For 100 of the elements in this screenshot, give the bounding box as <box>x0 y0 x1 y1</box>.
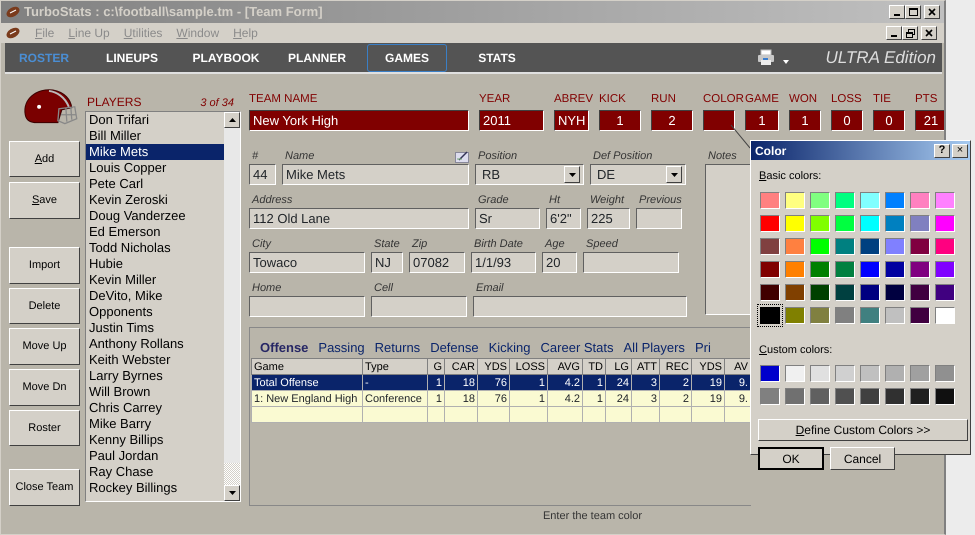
category-tab[interactable]: Passing <box>316 337 373 358</box>
color-swatch[interactable] <box>860 260 880 278</box>
column-header[interactable]: G <box>428 358 444 374</box>
color-swatch[interactable] <box>810 284 830 300</box>
input-field[interactable]: New York High <box>249 110 469 131</box>
color-swatch[interactable] <box>785 260 805 278</box>
side-button[interactable]: Move Dn <box>9 368 80 406</box>
list-item[interactable]: DeVito, Mike <box>86 288 224 304</box>
side-button[interactable]: Save <box>9 182 80 219</box>
color-swatch[interactable] <box>760 214 780 232</box>
color-swatch[interactable] <box>885 306 905 324</box>
list-item[interactable]: Anthony Rollans <box>86 336 224 352</box>
color-swatch[interactable] <box>785 238 805 254</box>
color-swatch[interactable] <box>910 238 930 254</box>
up-arrow-icon[interactable] <box>228 118 236 122</box>
column-header[interactable]: AV <box>724 358 750 374</box>
column-header[interactable]: Type <box>362 358 428 374</box>
column-header[interactable]: YDS <box>692 358 724 374</box>
column-header[interactable]: CAR <box>444 358 478 374</box>
color-swatch[interactable] <box>760 238 780 254</box>
scroll-up-button[interactable] <box>224 112 240 128</box>
side-button[interactable]: Close Team <box>9 469 80 506</box>
color-swatch[interactable] <box>885 284 905 300</box>
color-swatch[interactable] <box>910 306 930 324</box>
color-swatch[interactable] <box>835 388 855 405</box>
color-swatch[interactable] <box>810 306 830 324</box>
cancel-button[interactable]: Cancel <box>830 447 895 470</box>
input-field[interactable] <box>249 296 365 317</box>
input-field[interactable]: Sr <box>475 208 540 229</box>
category-tab[interactable]: Career Stats <box>538 337 622 358</box>
close-button[interactable]: × <box>952 144 968 158</box>
close-icon[interactable] <box>925 29 933 37</box>
input-field[interactable]: 44 <box>249 164 276 185</box>
color-swatch[interactable] <box>885 260 905 278</box>
list-item[interactable]: Justin Tims <box>86 320 224 336</box>
input-field[interactable]: 0 <box>873 110 905 131</box>
category-tab[interactable]: Pri <box>692 337 719 358</box>
minimize-button[interactable] <box>886 26 902 40</box>
dropdown-arrow-icon[interactable] <box>670 172 678 176</box>
list-item[interactable]: Kevin Miller <box>86 272 224 288</box>
color-swatch[interactable] <box>860 214 880 232</box>
color-swatch[interactable] <box>885 238 905 254</box>
close-button[interactable] <box>921 26 937 40</box>
input-field[interactable]: Mike Mets <box>282 164 469 185</box>
color-swatch[interactable] <box>860 284 880 300</box>
player-list[interactable] <box>85 111 241 502</box>
color-swatch[interactable] <box>860 238 880 254</box>
input-field[interactable]: 0 <box>831 110 863 131</box>
side-button[interactable]: Move Up <box>9 328 80 365</box>
close-button[interactable] <box>924 5 940 19</box>
color-swatch[interactable] <box>860 388 880 405</box>
category-tab[interactable]: All Players <box>622 337 693 358</box>
list-item[interactable]: Doug Vanderzee <box>86 208 224 224</box>
nav-tab[interactable]: PLANNER <box>285 44 349 72</box>
list-item[interactable]: Bill Miller <box>86 128 224 144</box>
list-item[interactable]: Kenny Billips <box>86 432 224 448</box>
maximize-icon[interactable] <box>908 8 918 16</box>
ok-button[interactable]: OK <box>758 447 824 470</box>
color-swatch[interactable] <box>835 214 855 232</box>
column-header[interactable]: ATT <box>632 358 660 374</box>
input-field[interactable] <box>473 296 687 317</box>
define-colors-button[interactable]: Define Custom Colors >> <box>758 419 968 441</box>
color-swatch[interactable] <box>935 365 955 382</box>
side-button[interactable]: Add <box>9 140 80 178</box>
input-field[interactable] <box>583 252 679 273</box>
list-item[interactable]: Will Brown <box>86 384 224 400</box>
nav-tab[interactable]: PLAYBOOK <box>187 44 265 72</box>
close-icon[interactable] <box>928 8 936 16</box>
category-tab[interactable]: Returns <box>372 337 428 358</box>
help-button[interactable]: ? <box>934 144 950 158</box>
input-field[interactable]: NJ <box>371 252 403 273</box>
nav-tab[interactable]: GAMES <box>367 44 447 72</box>
scroll-thumb[interactable] <box>224 463 240 485</box>
color-swatch[interactable] <box>910 214 930 232</box>
list-item[interactable]: Pete Carl <box>86 176 224 192</box>
color-swatch[interactable] <box>860 192 880 208</box>
side-button[interactable]: Roster <box>9 410 80 446</box>
input-field[interactable]: 07082 <box>409 252 465 273</box>
color-swatch[interactable] <box>885 192 905 208</box>
list-item[interactable]: Opponents <box>86 304 224 320</box>
input-field[interactable]: 2 <box>651 110 693 131</box>
edit-icon[interactable] <box>455 150 469 162</box>
list-item[interactable]: Ray Chase <box>86 464 224 480</box>
list-item[interactable]: Keith Webster <box>86 352 224 368</box>
color-swatch[interactable] <box>935 192 955 208</box>
list-item[interactable]: Kevin Zeroski <box>86 192 224 208</box>
input-field[interactable] <box>703 110 735 131</box>
input-field[interactable]: 112 Old Lane <box>249 208 469 229</box>
color-swatch[interactable] <box>760 192 780 208</box>
column-header[interactable]: REC <box>660 358 692 374</box>
color-swatch[interactable] <box>835 192 855 208</box>
column-header[interactable]: LG <box>606 358 632 374</box>
column-header[interactable]: LOSS <box>510 358 548 374</box>
table-row[interactable]: Total Offense - 1 18 76 1 4.2 1 24 3 2 19 9. <box>252 374 750 390</box>
color-swatch[interactable] <box>835 365 855 382</box>
color-swatch[interactable] <box>785 365 805 382</box>
maximize-button[interactable] <box>905 5 921 19</box>
color-swatch[interactable] <box>885 388 905 405</box>
input-field[interactable] <box>371 296 467 317</box>
column-header[interactable]: YDS <box>478 358 510 374</box>
